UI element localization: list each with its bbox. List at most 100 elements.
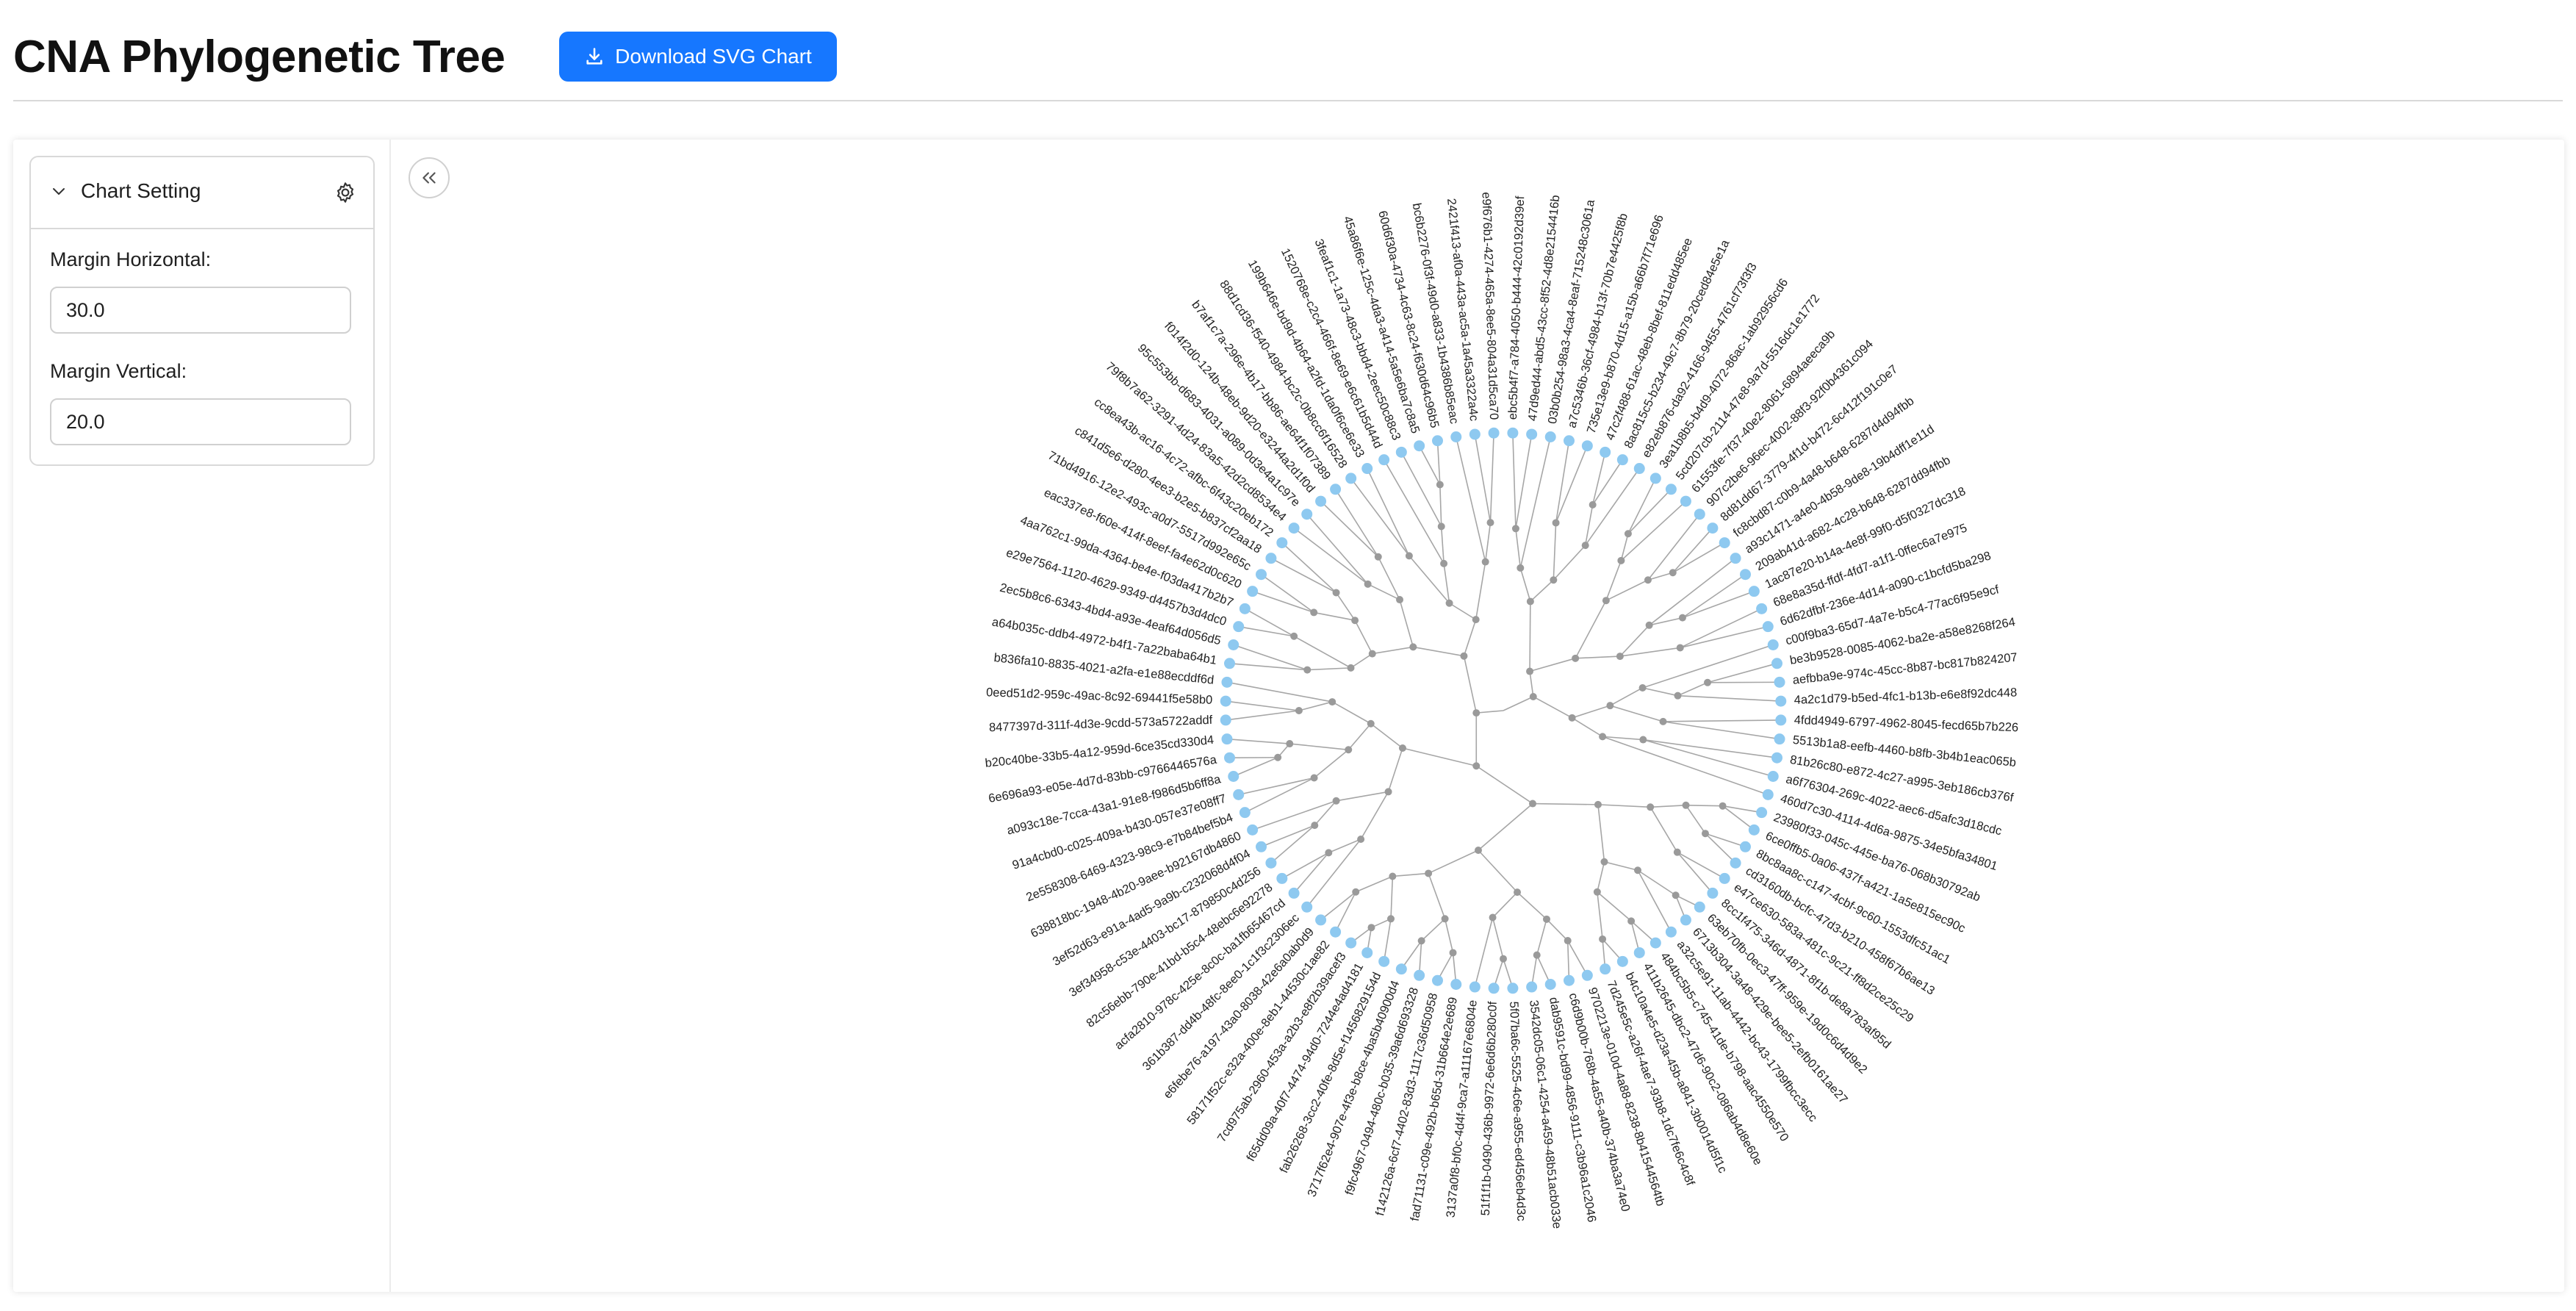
tree-leaf-node[interactable]: [1276, 872, 1288, 884]
tree-leaf-node[interactable]: [1633, 947, 1645, 958]
tree-leaf-node[interactable]: [1563, 435, 1575, 447]
tree-leaf-node[interactable]: [1616, 454, 1628, 466]
tree-leaf-node[interactable]: [1345, 473, 1357, 484]
tree-leaf-node[interactable]: [1762, 789, 1774, 800]
tree-leaf-node[interactable]: [1288, 887, 1300, 899]
tree-leaf-node[interactable]: [1378, 454, 1390, 466]
tree-leaf-node[interactable]: [1239, 807, 1251, 819]
tree-leaf-node[interactable]: [1395, 446, 1407, 458]
tree-leaf-node[interactable]: [1649, 473, 1661, 484]
tree-leaf-node[interactable]: [1665, 484, 1677, 495]
tree-leaf-node[interactable]: [1345, 937, 1357, 949]
tree-leaf-node[interactable]: [1301, 901, 1313, 913]
tree-leaf-node[interactable]: [1256, 841, 1267, 852]
tree-leaf-node[interactable]: [1526, 981, 1538, 993]
tree-leaf-node[interactable]: [1432, 974, 1444, 986]
tree-leaf-node[interactable]: [1247, 824, 1259, 836]
tree-leaf-node[interactable]: [1432, 435, 1444, 447]
tree-leaf-node[interactable]: [1233, 621, 1245, 633]
tree-leaf-node[interactable]: [1228, 639, 1240, 651]
tree-leaf-node[interactable]: [1767, 639, 1779, 651]
tree-leaf-node[interactable]: [1707, 522, 1719, 534]
tree-leaf-node[interactable]: [1680, 914, 1691, 926]
tree-leaf-node[interactable]: [1221, 676, 1233, 688]
tree-leaf-node[interactable]: [1680, 495, 1691, 507]
tree-leaf-node[interactable]: [1450, 979, 1462, 991]
tree-leaf-node[interactable]: [1469, 981, 1481, 993]
tree-leaf-node[interactable]: [1223, 752, 1235, 764]
tree-leaf-node[interactable]: [1247, 586, 1259, 597]
tree-leaf-node[interactable]: [1301, 509, 1313, 520]
tree-leaf-node[interactable]: [1707, 887, 1719, 899]
tree-leaf-node[interactable]: [1233, 789, 1245, 800]
tree-leaf-node[interactable]: [1719, 872, 1730, 884]
tree-internal-node: [1526, 597, 1534, 606]
tree-leaf-node[interactable]: [1665, 926, 1677, 938]
tree-leaf-node[interactable]: [1756, 807, 1768, 819]
tree-leaf-node[interactable]: [1748, 824, 1760, 836]
tree-leaf-node[interactable]: [1544, 431, 1556, 442]
tree-leaf-node[interactable]: [1414, 440, 1425, 452]
tree-leaf-node[interactable]: [1616, 955, 1628, 967]
tree-leaf-node[interactable]: [1748, 586, 1760, 597]
tree-leaf-node[interactable]: [1361, 947, 1373, 958]
tree-leaf-node[interactable]: [1330, 484, 1342, 495]
tree-leaf-node[interactable]: [1649, 937, 1661, 949]
tree-leaf-node[interactable]: [1378, 955, 1390, 967]
tree-leaf-node[interactable]: [1774, 676, 1785, 688]
tree-leaf-node[interactable]: [1775, 695, 1787, 707]
tree-leaf-node[interactable]: [1488, 983, 1500, 994]
tree-leaf-node[interactable]: [1633, 463, 1645, 475]
tree-leaf-node[interactable]: [1220, 695, 1231, 707]
tree-leaf-node[interactable]: [1767, 770, 1779, 782]
tree-leaf-node[interactable]: [1730, 857, 1741, 869]
download-svg-button[interactable]: Download SVG Chart: [559, 32, 837, 82]
tree-leaf-node[interactable]: [1223, 658, 1235, 669]
tree-leaf-node[interactable]: [1563, 974, 1575, 986]
tree-leaf-node[interactable]: [1315, 914, 1327, 926]
tree-leaf-node[interactable]: [1600, 963, 1611, 975]
tree-leaf-node[interactable]: [1414, 969, 1425, 981]
tree-leaf-node[interactable]: [1315, 495, 1327, 507]
tree-internal-node: [1529, 800, 1537, 808]
tree-leaf-node[interactable]: [1507, 983, 1519, 994]
tree-leaf-node[interactable]: [1265, 553, 1277, 564]
tree-leaf-node[interactable]: [1771, 752, 1783, 764]
tree-leaf-node[interactable]: [1544, 979, 1556, 991]
tree-leaf-node[interactable]: [1395, 963, 1407, 975]
tree-leaf-node[interactable]: [1450, 431, 1462, 442]
tree-leaf-node[interactable]: [1507, 427, 1519, 439]
tree-leaf-node[interactable]: [1581, 440, 1593, 452]
tree-leaf-node[interactable]: [1739, 569, 1751, 581]
tree-leaf-node[interactable]: [1762, 621, 1774, 633]
tree-leaf-node[interactable]: [1220, 714, 1231, 726]
tree-leaf-node[interactable]: [1239, 603, 1251, 614]
chevron-down-icon[interactable]: [50, 182, 68, 200]
margin-vertical-input[interactable]: [50, 398, 351, 445]
tree-leaf-node[interactable]: [1694, 509, 1705, 520]
tree-leaf-node[interactable]: [1719, 537, 1730, 549]
tree-leaf-node[interactable]: [1771, 658, 1783, 669]
tree-leaf-node[interactable]: [1488, 427, 1500, 439]
tree-leaf-node[interactable]: [1276, 537, 1288, 549]
tree-leaf-node[interactable]: [1756, 603, 1768, 614]
tree-leaf-node[interactable]: [1265, 857, 1277, 869]
tree-leaf-node[interactable]: [1228, 770, 1240, 782]
tree-leaf-node[interactable]: [1694, 901, 1705, 913]
tree-leaf-node[interactable]: [1774, 733, 1785, 745]
tree-leaf-node[interactable]: [1221, 733, 1233, 745]
gear-icon[interactable]: [334, 181, 357, 204]
tree-leaf-node[interactable]: [1581, 969, 1593, 981]
tree-leaf-node[interactable]: [1361, 463, 1373, 475]
tree-leaf-node[interactable]: [1330, 926, 1342, 938]
tree-leaf-node[interactable]: [1256, 569, 1267, 581]
tree-leaf-node[interactable]: [1526, 428, 1538, 440]
tree-leaf-node[interactable]: [1775, 714, 1787, 726]
tree-leaf-node[interactable]: [1600, 446, 1611, 458]
chart-setting-header[interactable]: Chart Setting: [31, 157, 373, 229]
margin-horizontal-input[interactable]: [50, 287, 351, 334]
tree-leaf-node[interactable]: [1469, 428, 1481, 440]
tree-leaf-node[interactable]: [1739, 841, 1751, 852]
tree-leaf-node[interactable]: [1288, 522, 1300, 534]
tree-leaf-node[interactable]: [1730, 553, 1741, 564]
